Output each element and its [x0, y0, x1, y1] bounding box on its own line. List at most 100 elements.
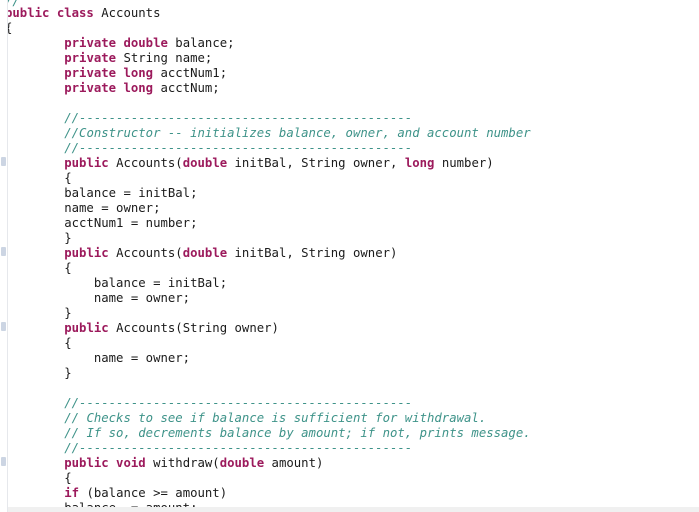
- code-text: initBal, String owner,: [234, 156, 405, 170]
- code-text: balance = initBal;: [5, 276, 228, 290]
- code-text: acctNum1 = number;: [5, 216, 198, 230]
- code-comment: //--------------------------------------…: [64, 396, 413, 410]
- code-line[interactable]: balance = initBal;: [5, 276, 227, 291]
- code-line[interactable]: balance = initBal;: [5, 186, 198, 201]
- code-keyword: public: [64, 156, 117, 170]
- code-text: Accounts(: [116, 246, 183, 260]
- code-text: initBal, String owner): [234, 246, 398, 260]
- code-line[interactable]: public class Accounts: [5, 6, 160, 21]
- code-keyword: private long: [64, 81, 161, 95]
- code-keyword: public class: [5, 6, 102, 20]
- code-line[interactable]: balance -= amount;: [5, 501, 198, 512]
- code-text: {: [5, 471, 72, 485]
- code-text: acctNum1;: [160, 66, 228, 80]
- code-text: amount): [271, 456, 324, 470]
- code-keyword: long: [404, 156, 442, 170]
- code-line[interactable]: {: [5, 261, 72, 276]
- code-line[interactable]: {: [5, 336, 72, 351]
- code-text: name = owner;: [5, 291, 191, 305]
- code-text: {: [5, 336, 72, 350]
- code-line[interactable]: // If so, decrements balance by amount; …: [5, 426, 531, 441]
- code-line[interactable]: acctNum1 = number;: [5, 216, 198, 231]
- code-line[interactable]: {: [5, 171, 72, 186]
- code-text: (balance >= amount): [86, 486, 228, 500]
- code-keyword: private long: [64, 66, 161, 80]
- code-text: name = owner;: [5, 351, 191, 365]
- code-keyword: double: [219, 456, 272, 470]
- code-text: }: [5, 366, 72, 380]
- code-text: {: [5, 261, 72, 275]
- code-comment: // If so, decrements balance by amount; …: [64, 426, 531, 440]
- code-text: withdraw(: [153, 456, 220, 470]
- code-text: String name;: [123, 51, 213, 65]
- code-line[interactable]: }: [5, 231, 72, 246]
- fold-marker[interactable]: [1, 457, 6, 466]
- fold-marker[interactable]: [1, 247, 6, 256]
- code-text: }: [5, 306, 72, 320]
- code-text: balance = initBal;: [5, 186, 198, 200]
- fold-marker[interactable]: [1, 322, 6, 331]
- fold-marker[interactable]: [1, 157, 6, 166]
- code-line[interactable]: public void withdraw(double amount): [5, 456, 323, 471]
- code-text: name = owner;: [5, 201, 161, 215]
- code-comment: // Checks to see if balance is sufficien…: [64, 411, 487, 425]
- code-text: acctNum;: [160, 81, 220, 95]
- code-comment: //--------------------------------------…: [64, 141, 413, 155]
- code-line[interactable]: }: [5, 306, 72, 321]
- code-line[interactable]: public Accounts(String owner): [5, 321, 279, 336]
- code-keyword: private double: [64, 36, 176, 50]
- code-line[interactable]: name = owner;: [5, 201, 160, 216]
- code-keyword: double: [182, 156, 235, 170]
- code-line[interactable]: public Accounts(double initBal, String o…: [5, 156, 494, 171]
- code-line[interactable]: //--------------------------------------…: [5, 111, 412, 126]
- code-comment: //Constructor -- initializes balance, ow…: [64, 126, 531, 140]
- code-line[interactable]: //--------------------------------------…: [5, 441, 412, 456]
- code-line[interactable]: name = owner;: [5, 351, 190, 366]
- code-keyword: public void: [64, 456, 154, 470]
- code-line[interactable]: private long acctNum;: [5, 81, 220, 96]
- fold-marker-gutter[interactable]: [0, 0, 8, 512]
- code-comment: //--------------------------------------…: [64, 441, 413, 455]
- code-keyword: if: [64, 486, 87, 500]
- code-line[interactable]: }: [5, 366, 72, 381]
- code-text: Accounts: [101, 6, 161, 20]
- code-text: balance;: [175, 36, 235, 50]
- code-text: number): [441, 156, 494, 170]
- code-line[interactable]: //--------------------------------------…: [5, 141, 412, 156]
- code-keyword: public: [64, 246, 117, 260]
- code-text: balance -= amount;: [5, 501, 198, 512]
- code-keyword: public: [64, 321, 117, 335]
- code-text: Accounts(String owner): [116, 321, 279, 335]
- code-line[interactable]: private String name;: [5, 51, 212, 66]
- code-text: {: [5, 171, 72, 185]
- code-line[interactable]: {: [5, 471, 72, 486]
- code-line[interactable]: private double balance;: [5, 36, 235, 51]
- code-line[interactable]: // Checks to see if balance is sufficien…: [5, 411, 486, 426]
- code-comment: //--------------------------------------…: [64, 111, 413, 125]
- code-text: }: [5, 231, 72, 245]
- code-line[interactable]: if (balance >= amount): [5, 486, 227, 501]
- code-text-surface[interactable]: //public class Accounts{ private double …: [0, 0, 699, 512]
- code-editor[interactable]: //public class Accounts{ private double …: [0, 0, 699, 512]
- code-line[interactable]: //Constructor -- initializes balance, ow…: [5, 126, 531, 141]
- code-line[interactable]: public Accounts(double initBal, String o…: [5, 246, 397, 261]
- code-line[interactable]: private long acctNum1;: [5, 66, 227, 81]
- code-line[interactable]: name = owner;: [5, 291, 190, 306]
- code-line[interactable]: //--------------------------------------…: [5, 396, 412, 411]
- code-text: Accounts(: [116, 156, 183, 170]
- code-keyword: double: [182, 246, 235, 260]
